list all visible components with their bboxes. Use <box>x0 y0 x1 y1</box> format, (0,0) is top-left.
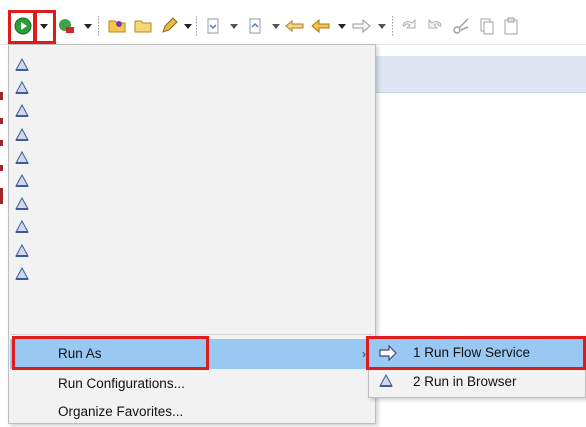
menu-item-run-as[interactable]: Run As › <box>10 339 376 369</box>
copy-icon[interactable] <box>476 15 498 37</box>
favorite-run-config-item[interactable] <box>9 146 375 170</box>
run-config-icon <box>15 127 29 142</box>
run-config-icon <box>379 373 397 390</box>
run-config-icon <box>15 57 29 72</box>
dropdown-arrow-icon[interactable] <box>228 17 240 35</box>
run-dropdown-menu: Run As › Run Configurations... Organize … <box>8 44 376 424</box>
flow-arrow-icon <box>379 344 397 362</box>
dropdown-arrow-icon[interactable] <box>82 17 94 35</box>
toolbar-separator <box>392 16 393 36</box>
run-config-icon <box>15 197 29 211</box>
paste-icon[interactable] <box>500 15 522 37</box>
favorite-run-config-item[interactable] <box>9 169 375 193</box>
dropdown-arrow-icon[interactable] <box>376 17 388 35</box>
next-annotation-icon[interactable] <box>202 15 224 37</box>
toolbar-separator <box>98 16 99 36</box>
submenu-arrow-icon: › <box>362 347 366 361</box>
menu-divider <box>11 334 373 335</box>
folder-icon[interactable] <box>132 15 154 37</box>
submenu-item-label: 1 Run Flow Service <box>413 345 531 360</box>
main-toolbar <box>0 0 586 45</box>
menu-item-label: Run Configurations... <box>58 376 185 391</box>
menu-item-label: Run As <box>58 346 102 361</box>
forward-arrow-icon[interactable] <box>350 15 372 37</box>
submenu-item-run-flow-service[interactable]: 1 Run Flow Service <box>369 339 586 367</box>
previous-annotation-icon[interactable] <box>244 15 266 37</box>
run-config-icon <box>15 104 29 118</box>
toolbar-separator <box>196 16 197 36</box>
editor-tab-bar <box>370 56 586 93</box>
redo-icon[interactable] <box>424 15 446 37</box>
run-config-icon <box>15 266 29 281</box>
dropdown-arrow-icon[interactable] <box>270 17 282 35</box>
dropdown-arrow-icon[interactable] <box>38 17 50 35</box>
submenu-item-run-in-browser[interactable]: 2 Run in Browser <box>369 368 586 396</box>
favorite-run-config-item[interactable] <box>9 99 375 123</box>
favorite-run-config-item[interactable] <box>9 53 375 77</box>
run-icon[interactable] <box>12 15 34 37</box>
favorite-run-config-item[interactable] <box>9 239 375 263</box>
run-config-icon <box>15 173 29 188</box>
run-as-submenu: 1 Run Flow Service 2 Run in Browser <box>368 336 586 398</box>
favorite-run-config-item[interactable] <box>9 215 375 239</box>
menu-item-organize-favorites[interactable]: Organize Favorites... <box>10 397 376 427</box>
run-config-icon <box>15 220 29 234</box>
dropdown-arrow-icon[interactable] <box>336 17 348 35</box>
run-config-icon <box>15 81 29 95</box>
menu-item-label: Organize Favorites... <box>58 404 184 419</box>
favorite-run-config-item[interactable] <box>9 123 375 147</box>
pencil-icon[interactable] <box>158 15 180 37</box>
run-config-icon <box>15 150 29 165</box>
undo-icon[interactable] <box>398 15 420 37</box>
submenu-item-label: 2 Run in Browser <box>413 374 517 389</box>
favorite-run-config-item[interactable] <box>9 76 375 100</box>
back-icon[interactable] <box>284 15 306 37</box>
open-folder-icon[interactable] <box>106 15 128 37</box>
menu-item-run-configurations[interactable]: Run Configurations... <box>10 369 376 399</box>
debug-icon[interactable] <box>56 15 78 37</box>
favorite-run-config-item[interactable] <box>9 192 375 216</box>
cut-icon[interactable] <box>450 15 472 37</box>
run-config-icon <box>15 243 29 258</box>
favorite-run-config-item[interactable] <box>9 262 375 286</box>
dropdown-arrow-icon[interactable] <box>182 17 194 35</box>
back-arrow-icon[interactable] <box>310 15 332 37</box>
